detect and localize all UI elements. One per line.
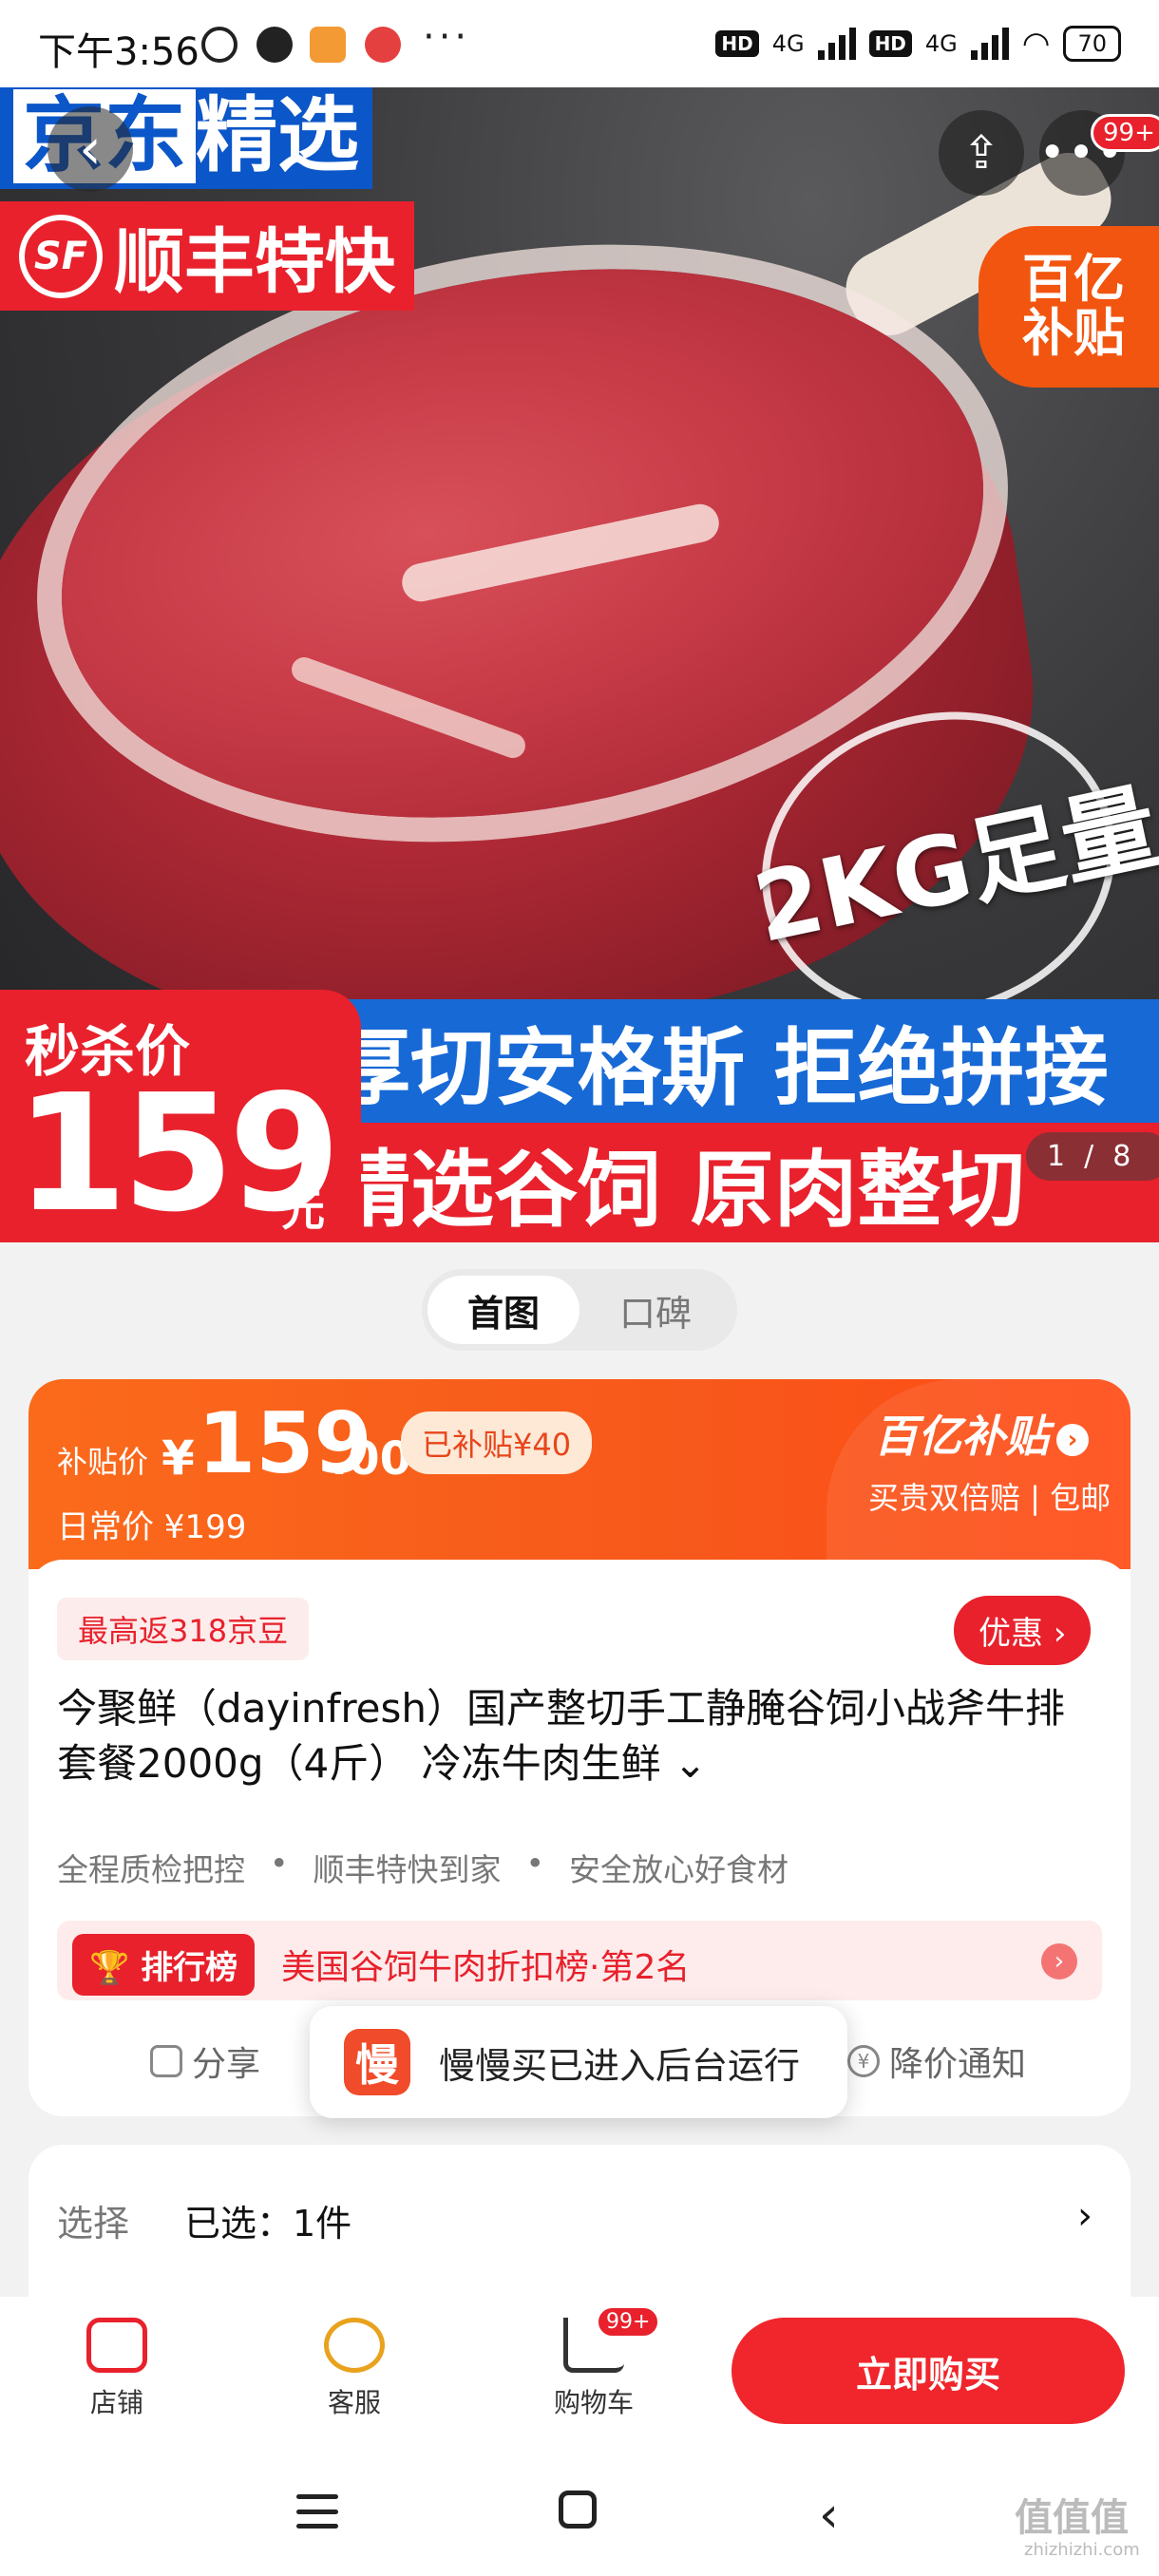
alarm-icon <box>201 27 238 63</box>
location-notification-icon <box>365 27 401 63</box>
chevron-down-icon: ⌄ <box>673 1740 708 1787</box>
share-button[interactable]: ⇪ <box>939 110 1024 196</box>
customer-service-icon <box>324 2318 385 2373</box>
store-button[interactable]: 店铺 <box>46 2318 188 2420</box>
tab-main-image[interactable]: 首图 <box>428 1276 580 1344</box>
share-action[interactable]: 分享 <box>150 2036 260 2086</box>
home-icon[interactable] <box>559 2491 597 2529</box>
status-bar: 下午3:56 ··· HD 4G HD 4G ◠ 70 <box>0 0 1159 87</box>
share-icon: ⇪ <box>961 126 1001 180</box>
subsidy-program-link[interactable]: 百亿补贴 › <box>874 1402 1089 1465</box>
price-drop-notice[interactable]: ¥ 降价通知 <box>847 2036 1026 2086</box>
daily-price: 日常价 ¥199 <box>57 1508 247 1546</box>
app-notification-icon <box>256 27 293 63</box>
status-right: HD 4G HD 4G ◠ 70 <box>715 25 1121 63</box>
customer-service-button[interactable]: 客服 <box>283 2318 426 2420</box>
subsidy-corner-badge: 百亿 补贴 <box>978 226 1159 388</box>
tab-reviews[interactable]: 口碑 <box>580 1276 732 1344</box>
system-navigation-bar: ‹ <box>0 2449 1159 2576</box>
back-button[interactable]: ‹ <box>48 106 133 192</box>
subsidy-price-label: 补贴价 <box>57 1444 149 1480</box>
ranking-text: 美国谷饲牛肉折扣榜·第2名 <box>281 1948 691 1987</box>
network-type: 4G <box>924 30 958 57</box>
signal-icon <box>817 28 856 60</box>
sf-icon: SF <box>19 214 103 298</box>
watermark: 值值值 <box>1015 2496 1129 2540</box>
network-type: 4G <box>771 30 805 57</box>
battery-icon: 70 <box>1063 26 1121 62</box>
recent-apps-icon[interactable] <box>296 2494 338 2529</box>
flash-price-unit: 元 <box>281 1184 325 1236</box>
background-running-toast: 慢 慢慢买已进入后台运行 <box>310 2006 847 2118</box>
chevron-right-icon: › <box>1056 1423 1089 1456</box>
hd-icon: HD <box>868 30 912 57</box>
service-features: 全程质检把控 • 顺丰特快到家 • 安全放心好食材 <box>57 1845 788 1890</box>
feature-item: 顺丰特快到家 <box>313 1851 502 1888</box>
back-nav-icon[interactable]: ‹ <box>819 2487 839 2544</box>
product-image-carousel[interactable]: 京东精选 SF 顺丰特快 ‹ ⇪ ••• 99+ 百亿 补贴 2KG足量 厚切安… <box>0 87 1159 1242</box>
buy-now-button[interactable]: 立即购买 <box>732 2318 1125 2424</box>
flash-price-block: 秒杀价 159 元 <box>0 990 361 1242</box>
selected-value: 已选：1件 <box>184 2203 352 2245</box>
spec-select-row[interactable]: 选择 已选：1件 › <box>28 2145 1130 2297</box>
feature-item: 全程质检把控 <box>57 1851 245 1888</box>
chevron-right-icon: › <box>1077 2194 1092 2238</box>
cart-badge: 99+ <box>597 2306 660 2338</box>
select-label: 选择 <box>57 2203 130 2245</box>
cart-icon: 99+ <box>563 2306 660 2373</box>
hd-icon: HD <box>715 30 759 57</box>
subsidy-price-decimal: .00 <box>331 1432 412 1486</box>
ranking-bar[interactable]: 🏆 排行榜 美国谷饲牛肉折扣榜·第2名 › <box>57 1921 1102 2000</box>
product-title[interactable]: 今聚鲜（dayinfresh）国产整切手工静腌谷饲小战斧牛排套餐2000g（4斤… <box>57 1681 1102 1791</box>
yen-icon: ¥ <box>847 2045 880 2077</box>
discount-button[interactable]: 优惠 › <box>954 1596 1092 1665</box>
jd-bean-rebate-tag: 最高返318京豆 <box>57 1598 310 1660</box>
subsidy-program-benefits: 买贵双倍赔 | 包邮 <box>868 1480 1112 1516</box>
store-icon <box>86 2318 147 2373</box>
chevron-right-icon: › <box>1041 1943 1077 1979</box>
image-tabs: 首图 口碑 <box>422 1269 737 1351</box>
toast-message: 慢慢买已进入后台运行 <box>439 2044 801 2087</box>
promo-banner-line1: 厚切安格斯 拒绝拼接 <box>323 999 1159 1123</box>
ranking-badge: 🏆 排行榜 <box>72 1934 256 1996</box>
trophy-icon: 🏆 <box>89 1949 130 1987</box>
share-icon <box>150 2045 182 2077</box>
bottom-action-bar: 店铺 客服 99+ 购物车 立即购买 <box>0 2297 1159 2449</box>
feature-dot: • <box>270 1845 289 1882</box>
currency-symbol: ¥ <box>162 1430 195 1486</box>
cart-button[interactable]: 99+ 购物车 <box>522 2306 665 2420</box>
app-notification-icon <box>310 27 346 63</box>
watermark-url: zhizhizhi.com <box>1024 2540 1140 2560</box>
subsidy-price-header: 补贴价 ¥ 159 .00 已补贴¥40 日常价 ¥199 百亿补贴 › 买贵双倍… <box>28 1379 1130 1569</box>
sf-express-badge: SF 顺丰特快 <box>0 201 414 311</box>
feature-item: 安全放心好食材 <box>568 1851 788 1888</box>
feature-dot: • <box>525 1845 544 1882</box>
more-notifications-icon: ··· <box>423 15 471 59</box>
wifi-icon: ◠ <box>1021 25 1051 63</box>
message-badge: 99+ <box>1091 114 1159 152</box>
manmanbuy-app-icon: 慢 <box>344 2029 410 2095</box>
chevron-right-icon: › <box>1053 1615 1067 1653</box>
subsidy-amount-chip: 已补贴¥40 <box>401 1411 593 1474</box>
image-counter: 1/8 <box>1026 1132 1159 1181</box>
status-time: 下午3:56 <box>38 30 200 74</box>
signal-icon <box>970 28 1009 60</box>
